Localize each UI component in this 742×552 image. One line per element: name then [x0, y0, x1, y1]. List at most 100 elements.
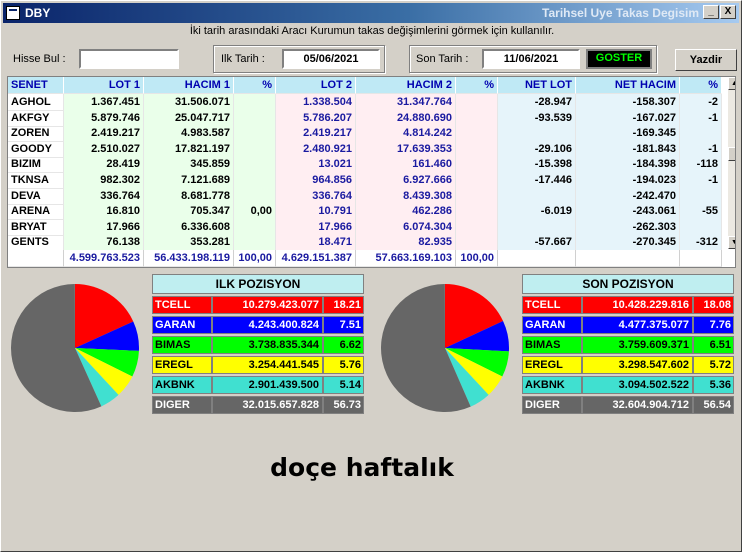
- legend-value: 10.279.423.077: [212, 296, 323, 314]
- col-header-hacim2[interactable]: HACIM 2: [356, 77, 456, 94]
- ilk-pozisyon-title: ILK POZISYON: [152, 274, 364, 294]
- table-row[interactable]: DEVA 336.764 8.681.778 336.764 8.439.308 -242…: [8, 187, 728, 205]
- scroll-thumb[interactable]: [728, 147, 735, 161]
- table-row[interactable]: ARENA 16.810 705.347 0,00 10.791 462.286 -6.01…: [8, 203, 728, 221]
- cell-lot2: 13.021: [276, 156, 356, 174]
- table-row[interactable]: BIZIM 28.419 345.859 13.021 161.460 -15.398 -1…: [8, 156, 728, 174]
- legend-value: 3.298.547.602: [582, 356, 693, 374]
- cell-netlot: [498, 187, 576, 205]
- cell-lot2: 10.791: [276, 203, 356, 221]
- goster-button[interactable]: GOSTER: [586, 49, 652, 69]
- cell-senet: AGHOL: [8, 94, 64, 111]
- cell-hacim2: 161.460: [356, 156, 456, 174]
- hisse-input[interactable]: [79, 49, 179, 69]
- col-header-senet[interactable]: SENET: [8, 77, 64, 94]
- takas-grid[interactable]: SENET LOT 1 HACIM 1 % LOT 2 HACIM 2 % NE…: [7, 76, 736, 268]
- cell-hacim1: 7.121.689: [144, 172, 234, 189]
- cell-pct3: -2: [680, 94, 722, 111]
- legend-code: GARAN: [152, 316, 212, 334]
- cell-lot1: 28.419: [64, 156, 144, 174]
- col-header-netlot[interactable]: NET LOT: [498, 77, 576, 94]
- cell-senet: BIZIM: [8, 156, 64, 174]
- cell-pct2: [456, 203, 498, 221]
- grid-vertical-scrollbar[interactable]: ▲ ▼: [728, 77, 735, 249]
- cell-lot1: 2.419.217: [64, 125, 144, 143]
- list-item: TCELL 10.428.229.816 18.08: [522, 296, 734, 314]
- legend-pct: 6.51: [693, 336, 734, 354]
- col-header-pct3[interactable]: %: [680, 77, 722, 94]
- legend-value: 3.759.609.371: [582, 336, 693, 354]
- legend-pct: 5.72: [693, 356, 734, 374]
- col-header-pct1[interactable]: %: [234, 77, 276, 94]
- table-row[interactable]: GENTS 76.138 353.281 18.471 82.935 -57.667 -27…: [8, 234, 728, 252]
- cell-pct1: [234, 140, 276, 158]
- legend-code: TCELL: [522, 296, 582, 314]
- total-senet: [8, 250, 64, 267]
- title-bar[interactable]: DBY Tarihsel Uye Takas Degisim _ X: [3, 3, 739, 23]
- window-subtitle: Tarihsel Uye Takas Degisim: [542, 6, 699, 20]
- col-header-hacim1[interactable]: HACIM 1: [144, 77, 234, 94]
- grid-header-row: SENET LOT 1 HACIM 1 % LOT 2 HACIM 2 % NE…: [8, 77, 728, 94]
- cell-netlot: [498, 218, 576, 236]
- cell-pct1: [234, 156, 276, 174]
- list-item: GARAN 4.477.375.077 7.76: [522, 316, 734, 334]
- list-item: TCELL 10.279.423.077 18.21: [152, 296, 364, 314]
- legend-pct: 6.62: [323, 336, 364, 354]
- ilk-tarih-input[interactable]: 05/06/2021: [282, 49, 380, 69]
- cell-pct1: [234, 172, 276, 189]
- cell-pct1: [234, 125, 276, 143]
- table-row[interactable]: GOODY 2.510.027 17.821.197 2.480.921 17.639.…: [8, 140, 728, 158]
- cell-netlot: -17.446: [498, 172, 576, 189]
- scroll-up-icon[interactable]: ▲: [728, 77, 735, 90]
- cell-netlot: -28.947: [498, 94, 576, 111]
- scroll-down-icon[interactable]: ▼: [728, 236, 735, 249]
- yazdir-button[interactable]: Yazdir: [675, 49, 737, 71]
- cell-netlot: -93.539: [498, 109, 576, 127]
- son-tarih-input[interactable]: 11/06/2021: [482, 49, 580, 69]
- legend-value: 2.901.439.500: [212, 376, 323, 394]
- cell-pct1: [234, 187, 276, 205]
- table-row[interactable]: AKFGY 5.879.746 25.047.717 5.786.207 24.880.…: [8, 109, 728, 127]
- legend-code: AKBNK: [152, 376, 212, 394]
- total-netlot: [498, 250, 576, 267]
- minimize-button[interactable]: _: [703, 5, 719, 19]
- list-item: BIMAS 3.738.835.344 6.62: [152, 336, 364, 354]
- col-header-lot1[interactable]: LOT 1: [64, 77, 144, 94]
- cell-pct1: [234, 109, 276, 127]
- list-item: EREGL 3.298.547.602 5.72: [522, 356, 734, 374]
- cell-lot2: 17.966: [276, 218, 356, 236]
- app-icon[interactable]: [6, 6, 20, 20]
- cell-lot1: 16.810: [64, 203, 144, 221]
- son-pozisyon-pie: [381, 284, 509, 412]
- total-nethacim: [576, 250, 680, 267]
- cell-pct3: -55: [680, 203, 722, 221]
- col-header-lot2[interactable]: LOT 2: [276, 77, 356, 94]
- table-row[interactable]: TKNSA 982.302 7.121.689 964.856 6.927.666 -17…: [8, 172, 728, 189]
- legend-code: BIMAS: [522, 336, 582, 354]
- cell-pct1: 0,00: [234, 203, 276, 221]
- legend-code: DIGER: [522, 396, 582, 414]
- legend-code: BIMAS: [152, 336, 212, 354]
- legend-pct: 5.76: [323, 356, 364, 374]
- table-row[interactable]: ZOREN 2.419.217 4.983.587 2.419.217 4.814.24…: [8, 125, 728, 143]
- cell-pct3: [680, 187, 722, 205]
- caption-text: doçe haftalık: [270, 453, 454, 482]
- col-header-nethacim[interactable]: NET HACIM: [576, 77, 680, 94]
- cell-pct2: [456, 234, 498, 252]
- cell-lot1: 2.510.027: [64, 140, 144, 158]
- cell-hacim1: 25.047.717: [144, 109, 234, 127]
- total-pct1: 100,00: [234, 250, 276, 267]
- cell-hacim2: 82.935: [356, 234, 456, 252]
- table-row[interactable]: AGHOL 1.367.451 31.506.071 1.338.504 31.347.…: [8, 94, 728, 111]
- legend-code: DIGER: [152, 396, 212, 414]
- legend-code: EREGL: [152, 356, 212, 374]
- window-title: DBY: [25, 6, 51, 20]
- close-button[interactable]: X: [720, 5, 736, 19]
- cell-lot1: 17.966: [64, 218, 144, 236]
- cell-hacim1: 353.281: [144, 234, 234, 252]
- total-pct3: [680, 250, 722, 267]
- table-row[interactable]: BRYAT 17.966 6.336.608 17.966 6.074.304 -262.…: [8, 218, 728, 236]
- list-item: DIGER 32.604.904.712 56.54: [522, 396, 734, 414]
- col-header-pct2[interactable]: %: [456, 77, 498, 94]
- cell-pct2: [456, 109, 498, 127]
